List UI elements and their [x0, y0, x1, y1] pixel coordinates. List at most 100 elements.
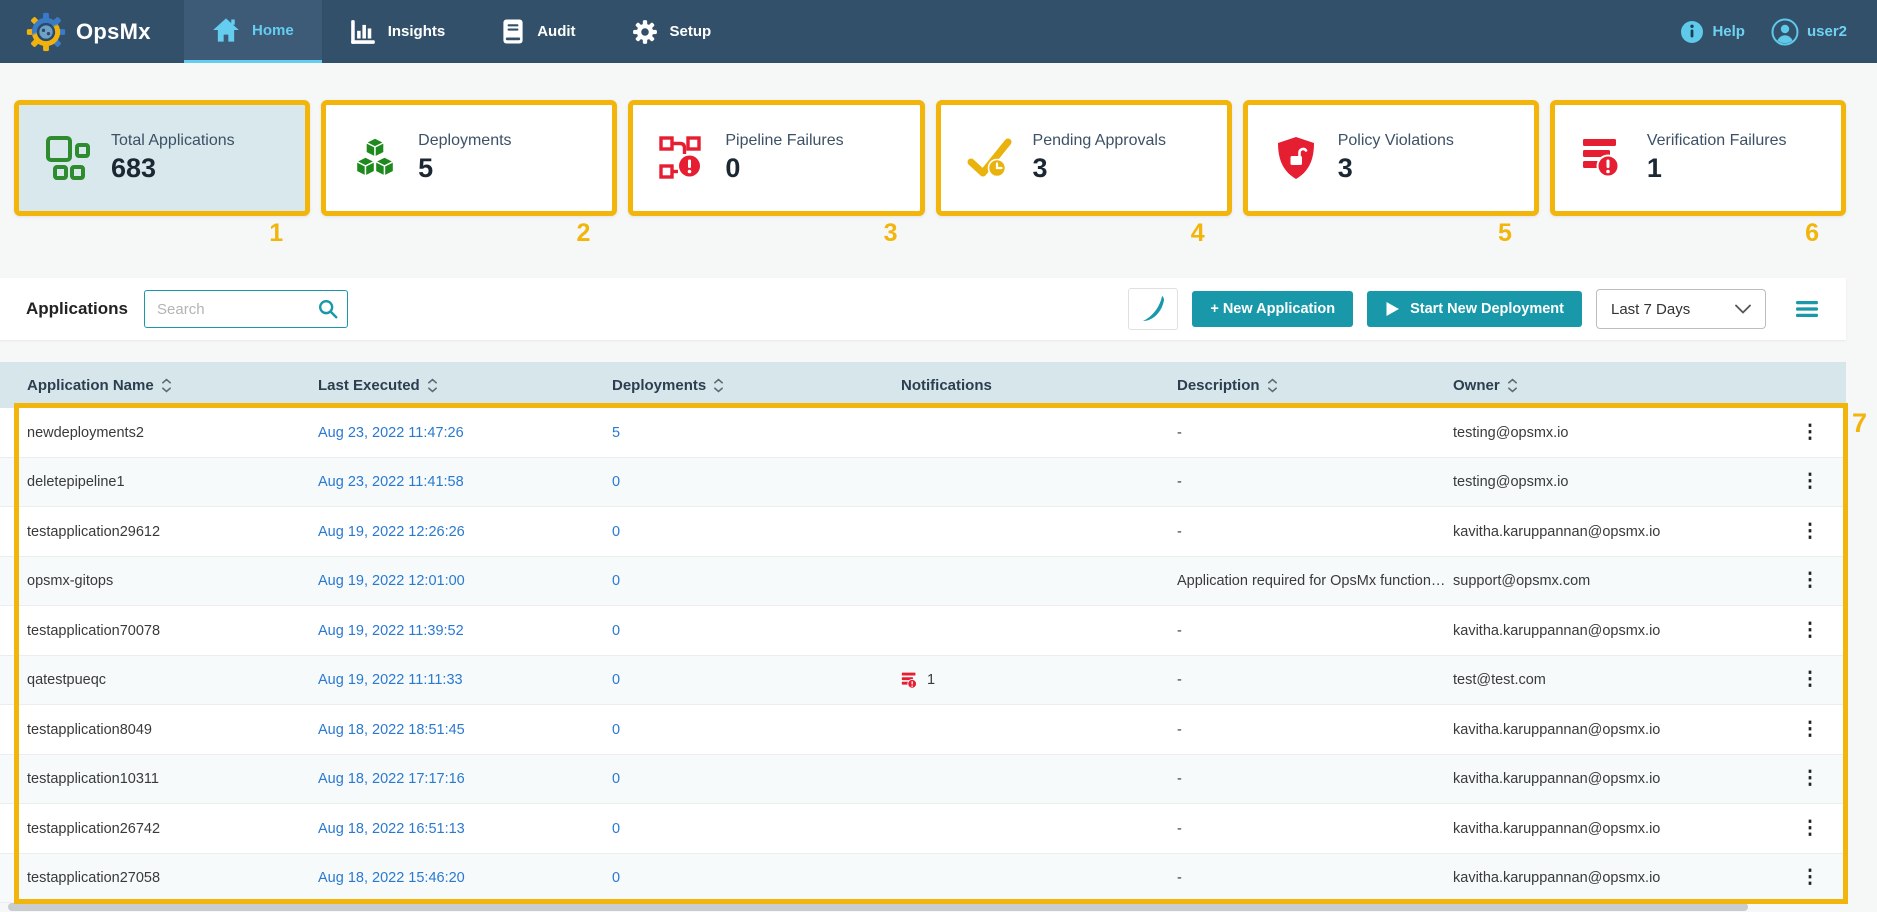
row-actions-kebab-icon[interactable]: ⋮: [1798, 507, 1822, 557]
user-menu[interactable]: user2: [1771, 18, 1847, 46]
deployments-count-link[interactable]: 0: [612, 623, 620, 639]
new-application-button[interactable]: + New Application: [1192, 291, 1353, 327]
last-executed-link[interactable]: Aug 18, 2022 18:51:45: [318, 722, 465, 738]
last-executed-link[interactable]: Aug 23, 2022 11:47:26: [318, 425, 464, 441]
card-policy-violations[interactable]: Policy Violations 3 5: [1243, 100, 1539, 216]
application-name[interactable]: testapplication27058: [27, 870, 160, 886]
last-executed-link[interactable]: Aug 19, 2022 12:26:26: [318, 524, 465, 540]
card-value: 0: [725, 153, 843, 184]
brand[interactable]: OpsMx: [26, 12, 166, 52]
table-row[interactable]: testapplication27058 Aug 18, 2022 15:46:…: [0, 854, 1846, 904]
last-executed-link[interactable]: Aug 18, 2022 15:46:20: [318, 870, 465, 886]
column-header-owner[interactable]: Owner: [1453, 362, 1518, 408]
table-row[interactable]: deletepipeline1 Aug 23, 2022 11:41:58 0: [0, 458, 1846, 508]
start-new-deployment-label: Start New Deployment: [1410, 301, 1564, 317]
column-header-application-name[interactable]: Application Name: [27, 362, 172, 408]
sort-icon[interactable]: [1267, 378, 1278, 393]
column-header-description[interactable]: Description: [1177, 362, 1467, 408]
application-name[interactable]: testapplication10311: [27, 771, 159, 787]
deployments-count-link[interactable]: 0: [612, 821, 620, 837]
table-row[interactable]: testapplication10311 Aug 18, 2022 17:17:…: [0, 755, 1846, 805]
nav-right: Help user2: [1680, 18, 1847, 46]
help-button[interactable]: Help: [1680, 20, 1745, 44]
sort-icon[interactable]: [161, 378, 172, 393]
card-total-applications[interactable]: Total Applications 683 1: [14, 100, 310, 216]
description-text: -: [1177, 870, 1182, 886]
application-name[interactable]: testapplication29612: [27, 524, 160, 540]
owner-text: kavitha.karuppannan@opsmx.io: [1453, 870, 1660, 886]
row-actions-kebab-icon[interactable]: ⋮: [1798, 705, 1822, 755]
row-actions-kebab-icon[interactable]: ⋮: [1798, 854, 1822, 904]
last-executed-link[interactable]: Aug 18, 2022 17:17:16: [318, 771, 465, 787]
deployments-count-link[interactable]: 0: [612, 722, 620, 738]
sort-icon[interactable]: [427, 378, 438, 393]
date-range-dropdown[interactable]: Last 7 Days: [1596, 289, 1766, 329]
tab-audit[interactable]: Audit: [473, 0, 603, 63]
card-value: 3: [1033, 153, 1166, 184]
row-actions-kebab-icon[interactable]: ⋮: [1798, 408, 1822, 458]
horizontal-scrollbar[interactable]: [8, 903, 1748, 911]
search-icon[interactable]: [317, 298, 339, 320]
bar-chart-icon: [350, 19, 376, 45]
tab-setup[interactable]: Setup: [604, 0, 740, 63]
application-name[interactable]: newdeployments2: [27, 425, 144, 441]
card-value: 1: [1647, 153, 1787, 184]
last-executed-link[interactable]: Aug 23, 2022 11:41:58: [318, 474, 464, 490]
table-row[interactable]: opsmx-gitops Aug 19, 2022 12:01:00 0: [0, 557, 1846, 607]
sort-icon[interactable]: [1507, 378, 1518, 393]
annotation-number-5: 5: [1498, 219, 1512, 248]
apps-grid-icon: [45, 135, 91, 181]
table-row[interactable]: testapplication70078 Aug 19, 2022 11:39:…: [0, 606, 1846, 656]
last-executed-link[interactable]: Aug 18, 2022 16:51:13: [318, 821, 465, 837]
application-name[interactable]: testapplication8049: [27, 722, 152, 738]
column-label: Last Executed: [318, 377, 420, 394]
deployments-count-link[interactable]: 0: [612, 573, 620, 589]
table-row[interactable]: newdeployments2 Aug 23, 2022 11:47:26 5: [0, 408, 1846, 458]
cubes-icon: [352, 135, 398, 181]
table-row[interactable]: qatestpueqc Aug 19, 2022 11:11:33 0: [0, 656, 1846, 706]
application-name[interactable]: testapplication70078: [27, 623, 160, 639]
start-new-deployment-button[interactable]: Start New Deployment: [1367, 291, 1582, 327]
card-pending-approvals[interactable]: Pending Approvals 3 4: [936, 100, 1232, 216]
tab-home[interactable]: Home: [184, 0, 322, 63]
info-icon: [1680, 20, 1704, 44]
row-actions-kebab-icon[interactable]: ⋮: [1798, 656, 1822, 706]
row-actions-kebab-icon[interactable]: ⋮: [1798, 755, 1822, 805]
tab-insights[interactable]: Insights: [322, 0, 474, 63]
last-executed-link[interactable]: Aug 19, 2022 11:11:33: [318, 672, 463, 688]
application-name[interactable]: qatestpueqc: [27, 672, 106, 688]
table-row[interactable]: testapplication29612 Aug 19, 2022 12:26:…: [0, 507, 1846, 557]
application-name[interactable]: opsmx-gitops: [27, 573, 113, 589]
owner-text: kavitha.karuppannan@opsmx.io: [1453, 722, 1660, 738]
list-view-menu-icon[interactable]: [1792, 294, 1822, 324]
row-actions-kebab-icon[interactable]: ⋮: [1798, 458, 1822, 508]
card-label: Total Applications: [111, 132, 235, 150]
card-pipeline-failures[interactable]: Pipeline Failures 0 3: [628, 100, 924, 216]
card-label: Deployments: [418, 132, 511, 150]
column-header-deployments[interactable]: Deployments: [612, 362, 724, 408]
deployments-count-link[interactable]: 0: [612, 524, 620, 540]
owner-text: kavitha.karuppannan@opsmx.io: [1453, 524, 1660, 540]
stat-cards-row: Total Applications 683 1: [14, 100, 1846, 216]
row-actions-kebab-icon[interactable]: ⋮: [1798, 804, 1822, 854]
sort-icon[interactable]: [713, 378, 724, 393]
table-row[interactable]: testapplication26742 Aug 18, 2022 16:51:…: [0, 804, 1846, 854]
last-executed-link[interactable]: Aug 19, 2022 11:39:52: [318, 623, 464, 639]
insights-swoosh-button[interactable]: [1128, 288, 1178, 330]
deployments-count-link[interactable]: 5: [612, 425, 620, 441]
deployments-count-link[interactable]: 0: [612, 474, 620, 490]
row-actions-kebab-icon[interactable]: ⋮: [1798, 606, 1822, 656]
column-header-last-executed[interactable]: Last Executed: [318, 362, 438, 408]
application-name[interactable]: deletepipeline1: [27, 474, 125, 490]
card-verification-failures[interactable]: Verification Failures 1 6: [1550, 100, 1846, 216]
deployments-count-link[interactable]: 0: [612, 870, 620, 886]
application-name[interactable]: testapplication26742: [27, 821, 160, 837]
deployments-count-link[interactable]: 0: [612, 672, 620, 688]
annotation-number-1: 1: [269, 219, 283, 248]
row-actions-kebab-icon[interactable]: ⋮: [1798, 557, 1822, 607]
deployments-count-link[interactable]: 0: [612, 771, 620, 787]
card-deployments[interactable]: Deployments 5 2: [321, 100, 617, 216]
table-row[interactable]: testapplication8049 Aug 18, 2022 18:51:4…: [0, 705, 1846, 755]
notification-badge[interactable]: 1: [901, 671, 935, 690]
last-executed-link[interactable]: Aug 19, 2022 12:01:00: [318, 573, 465, 589]
